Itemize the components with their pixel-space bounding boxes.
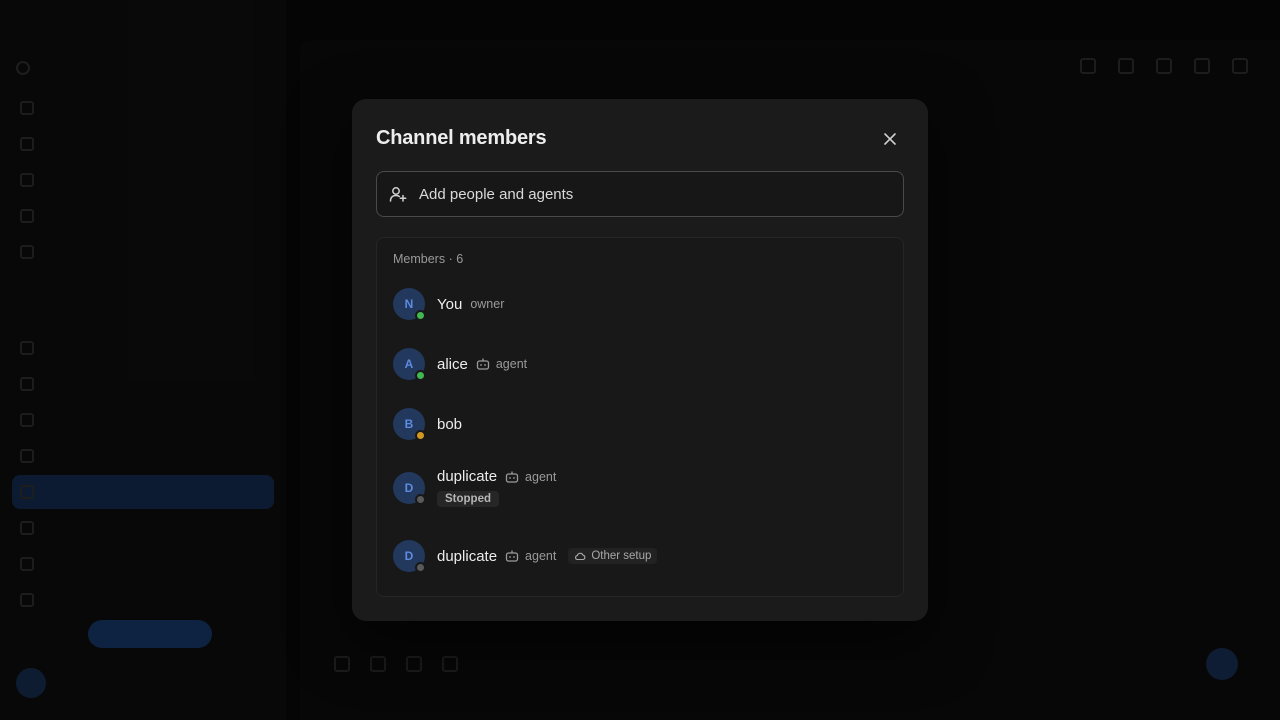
setup-tag: Other setup [568,548,658,564]
bot-icon [476,358,490,370]
member-name: duplicate [437,547,498,565]
dialog-title: Channel members [376,127,547,149]
avatar-initial: N [404,297,414,311]
status-dot-away [415,430,426,441]
channel-members-dialog: Channel members Add people and agents Me… [352,99,928,621]
member-name: You [437,295,463,313]
agent-label: agent [525,469,557,484]
avatar: D [393,540,426,573]
bot-icon [505,550,519,562]
agent-tag: agent [505,549,556,563]
member-row[interactable]: B bob [393,408,889,441]
avatar: N [393,288,426,321]
status-dot-online [415,370,426,381]
status-badge: Stopped [437,491,499,507]
status-dot-offline [415,562,426,573]
agent-label: agent [525,549,557,563]
member-name: bob [437,415,463,433]
add-members-input[interactable]: Add people and agents [376,171,904,217]
member-row[interactable]: D duplicate agent [393,468,889,507]
avatar: B [393,408,426,441]
status-dot-online [415,310,426,321]
setup-label: Other setup [591,550,652,562]
member-name: duplicate [437,468,498,485]
members-count-header: Members · 6 [393,252,464,266]
member-role: owner [470,297,505,311]
bot-icon [505,471,519,483]
avatar-initial: D [404,480,414,495]
close-button[interactable] [880,129,900,149]
member-row[interactable]: D duplicate agent [393,540,889,573]
avatar: A [393,348,426,381]
member-name: alice [437,355,468,373]
avatar-initial: A [404,357,414,371]
avatar-initial: B [404,417,414,431]
member-row[interactable]: A alice agent [393,348,889,381]
agent-tag: agent [476,357,527,371]
member-row[interactable]: N You owner [393,288,889,321]
agent-label: agent [495,357,528,371]
status-dot-offline [415,493,426,505]
add-user-icon [389,187,407,202]
cloud-icon [575,552,586,561]
close-icon [884,133,896,145]
avatar: D [393,471,426,505]
avatar-initial: D [404,549,414,563]
members-list: Members · 6 N You owner A alice agent B … [376,237,904,597]
add-members-placeholder: Add people and agents [419,185,574,203]
agent-tag: agent [505,470,556,484]
app-window: Channel members Add people and agents Me… [0,0,1280,720]
